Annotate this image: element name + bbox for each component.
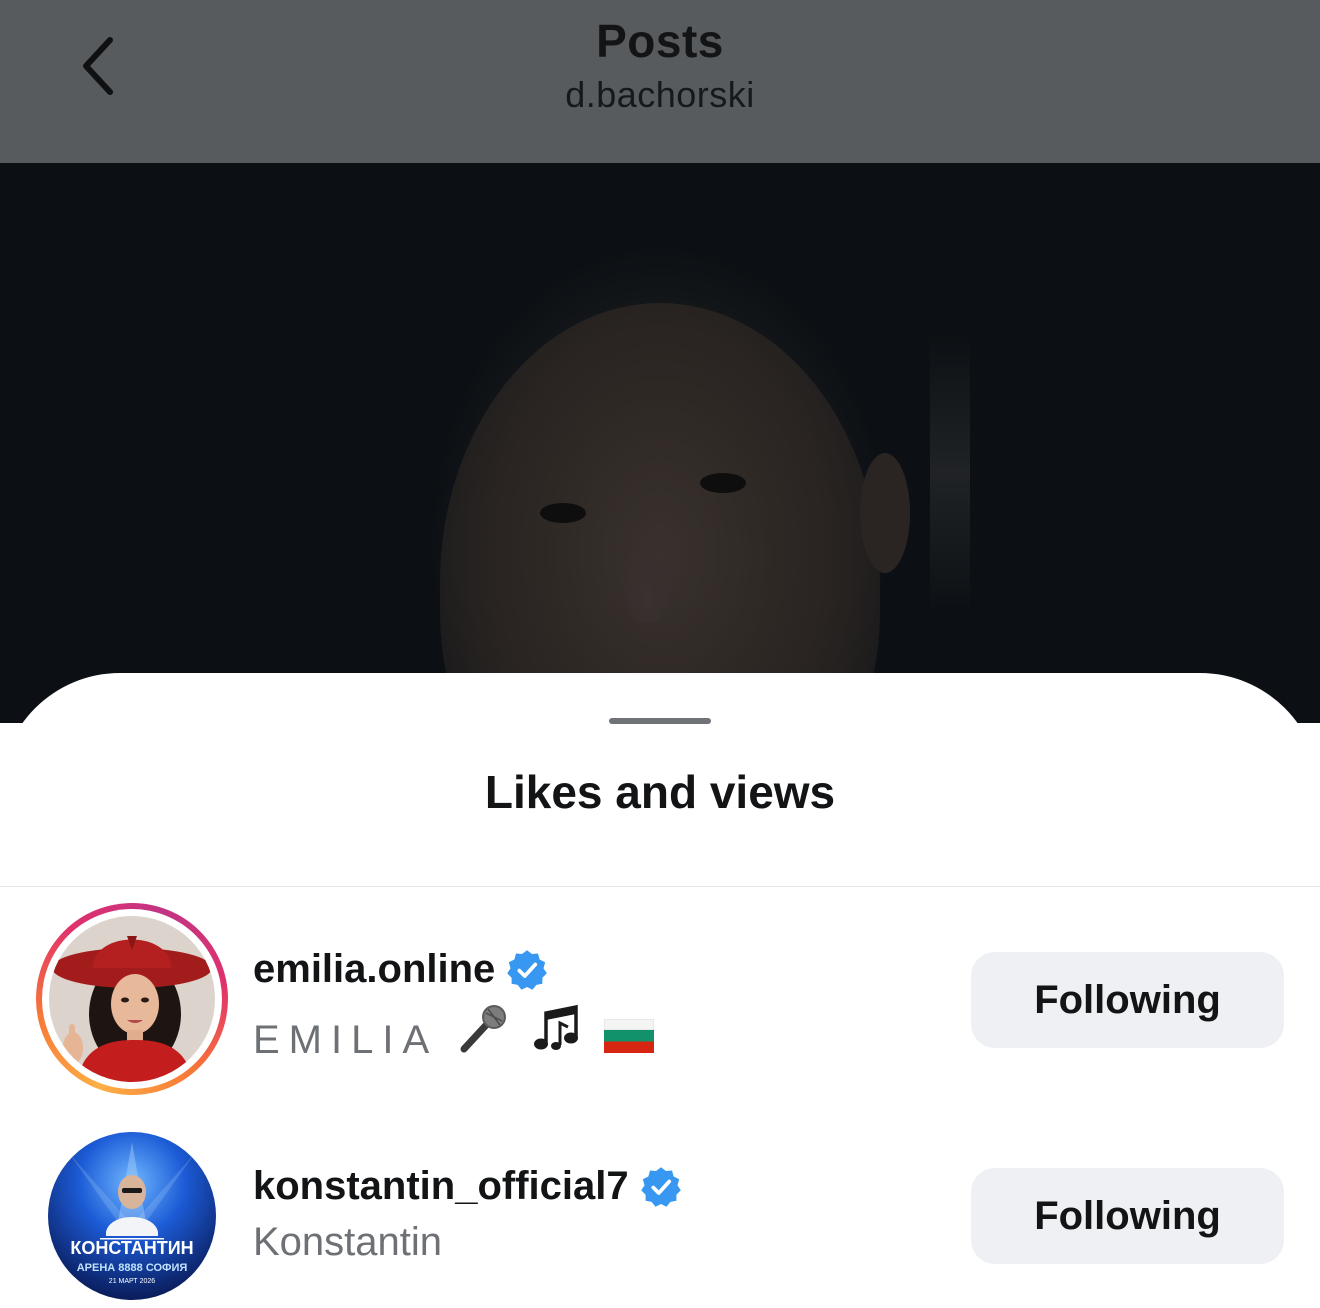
display-name: EMILIA bbox=[253, 1003, 655, 1063]
following-button[interactable]: Following bbox=[971, 952, 1284, 1048]
top-nav-bar: Posts d.bachorski bbox=[0, 0, 1320, 163]
page-subtitle-username[interactable]: d.bachorski bbox=[0, 74, 1320, 116]
avatar-image-emilia bbox=[49, 916, 215, 1082]
music-notes-icon bbox=[532, 1003, 584, 1053]
story-ring[interactable] bbox=[36, 903, 228, 1095]
avatar-poster-date: 21 МАРТ 2026 bbox=[109, 1278, 155, 1285]
following-button[interactable]: Following bbox=[971, 1168, 1284, 1264]
post-video-background bbox=[0, 163, 1320, 723]
username[interactable]: konstantin_official7 bbox=[253, 1164, 629, 1209]
username-line: emilia.online bbox=[253, 947, 549, 992]
video-face-shape bbox=[440, 303, 880, 723]
video-ear-shape bbox=[860, 453, 910, 573]
user-list-item[interactable]: emilia.online EMILIA Following bbox=[0, 903, 1320, 1103]
display-name-text: EMILIA bbox=[253, 1018, 436, 1062]
sheet-divider bbox=[0, 886, 1320, 887]
avatar-poster-name: КОНСТАНТИН bbox=[70, 1238, 193, 1258]
verified-badge-icon bbox=[640, 1166, 681, 1207]
bulgaria-flag-icon bbox=[604, 1019, 655, 1053]
page-title: Posts bbox=[596, 15, 724, 67]
verified-badge-icon bbox=[507, 949, 548, 990]
username[interactable]: emilia.online bbox=[253, 947, 495, 992]
sheet-drag-handle[interactable] bbox=[609, 718, 711, 724]
sheet-title: Likes and views bbox=[484, 766, 836, 818]
video-light-streak bbox=[930, 333, 970, 613]
avatar-poster-venue: АРЕНА 8888 СОФИЯ bbox=[77, 1262, 188, 1274]
video-eye-shape bbox=[540, 503, 586, 523]
video-nose-shape bbox=[622, 543, 672, 623]
screen: Posts d.bachorski Likes and views emilia… bbox=[0, 0, 1320, 1308]
avatar-image-konstantin: КОНСТАНТИН АРЕНА 8888 СОФИЯ 21 МАРТ 2026 bbox=[48, 1132, 216, 1300]
user-list-item[interactable]: КОНСТАНТИН АРЕНА 8888 СОФИЯ 21 МАРТ 2026… bbox=[0, 1120, 1320, 1308]
username-line: konstantin_official7 bbox=[253, 1164, 683, 1209]
avatar[interactable]: КОНСТАНТИН АРЕНА 8888 СОФИЯ 21 МАРТ 2026 bbox=[48, 1132, 216, 1300]
video-eye-shape bbox=[700, 473, 746, 493]
display-name: Konstantin bbox=[253, 1220, 443, 1264]
avatar bbox=[49, 916, 215, 1082]
microphone-icon bbox=[456, 1003, 512, 1053]
